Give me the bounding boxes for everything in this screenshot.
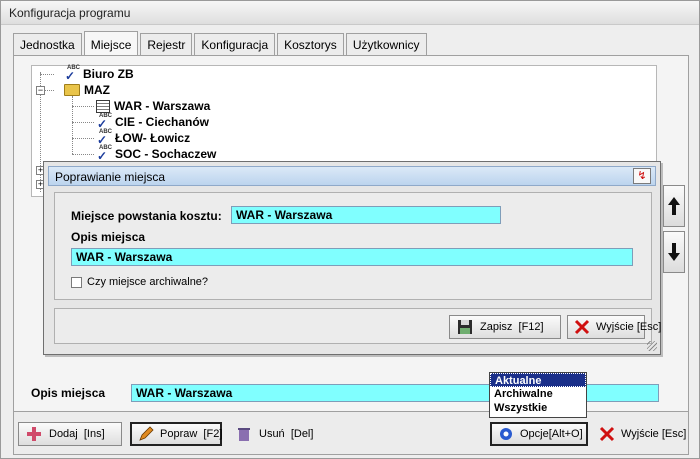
close-icon: ↯	[637, 170, 647, 182]
x-icon	[599, 425, 615, 443]
x-icon	[574, 318, 590, 336]
edit-place-dialog: Poprawianie miejsca ↯ Miejsce powstania …	[43, 161, 661, 355]
options-label: Opcje[Alt+O]	[520, 428, 583, 440]
add-key: [Ins]	[83, 428, 105, 440]
tab-kosztorys[interactable]: Kosztorys	[277, 33, 344, 55]
tree-item-label: MAZ	[84, 83, 110, 97]
edit-label: Popraw	[160, 428, 198, 440]
description-label: Opis miejsca	[71, 230, 146, 244]
plus-icon	[25, 425, 43, 443]
exit-button[interactable]: Wyjście [Esc]	[592, 422, 686, 446]
edit-key: [F2]	[203, 428, 223, 440]
collapse-icon[interactable]: −	[36, 86, 45, 95]
tree-line	[72, 122, 94, 123]
tree-line	[72, 96, 73, 154]
resize-grip[interactable]	[647, 341, 657, 351]
main-window: Konfiguracja programu Jednostka Miejsce …	[0, 0, 700, 459]
trash-icon	[235, 425, 253, 443]
tree-item[interactable]: ABC ✓ SOC - Sochaczew	[96, 145, 217, 163]
dropdown-item-archiwalne[interactable]: Archiwalne	[490, 387, 586, 401]
dialog-exit-button[interactable]: Wyjście [Esc]	[567, 315, 661, 339]
abc-check-icon: ABC ✓	[97, 113, 112, 131]
save-button[interactable]: Zapisz [F12]	[449, 315, 561, 339]
tab-strip: Jednostka Miejsce Rejestr Konfiguracja K…	[13, 31, 429, 55]
delete-label: Usuń	[259, 428, 285, 440]
archival-checkbox[interactable]	[71, 277, 82, 288]
tab-uzytkownicy[interactable]: Użytkownicy	[345, 33, 427, 55]
window-title: Konfiguracja programu	[1, 1, 699, 25]
tree-item-label: WAR - Warszawa	[114, 99, 211, 113]
tree-item[interactable]: MAZ	[64, 82, 110, 98]
dropdown-item-wszystkie[interactable]: Wszystkie	[490, 401, 586, 415]
abc-check-icon: ABC ✓	[97, 145, 112, 163]
description-field[interactable]: WAR - Warszawa	[71, 248, 633, 266]
move-down-button[interactable]	[663, 231, 685, 273]
save-key: [F12]	[518, 321, 544, 333]
tree-item-selected[interactable]: WAR - Warszawa	[96, 98, 210, 114]
tab-konfiguracja[interactable]: Konfiguracja	[194, 33, 276, 55]
bottom-toolbar: Dodaj [Ins] Popraw [F2] Usuń [Del] Opcje…	[13, 411, 689, 455]
arrow-down-icon	[668, 243, 680, 261]
exit-key: [Esc]	[636, 321, 662, 333]
tree-item[interactable]: ABC ✓ ŁOW- Łowicz	[96, 129, 191, 147]
delete-button[interactable]: Usuń [Del]	[228, 422, 324, 446]
dialog-close-button[interactable]: ↯	[633, 168, 651, 184]
open-folder-icon	[64, 84, 80, 96]
archival-label: Czy miejsce archiwalne?	[87, 276, 209, 288]
gear-icon	[498, 425, 514, 443]
cost-place-field[interactable]: WAR - Warszawa	[231, 206, 501, 224]
exit-key: [Esc]	[661, 428, 687, 440]
options-dropdown: Aktualne Archiwalne Wszystkie	[489, 372, 587, 418]
cost-place-label: Miejsce powstania kosztu:	[71, 209, 222, 223]
add-button[interactable]: Dodaj [Ins]	[18, 422, 122, 446]
add-label: Dodaj	[49, 428, 78, 440]
edit-button[interactable]: Popraw [F2]	[130, 422, 222, 446]
tree-item-label: ŁOW- Łowicz	[115, 131, 191, 145]
bottom-description-label: Opis miejsca	[31, 386, 106, 400]
tree-item-label: Biuro ZB	[83, 67, 134, 81]
dialog-title: Poprawianie miejsca	[55, 170, 166, 184]
tab-jednostka[interactable]: Jednostka	[13, 33, 82, 55]
tree-item[interactable]: ABC ✓ CIE - Ciechanów	[96, 113, 210, 131]
tree-item-label: SOC - Sochaczew	[115, 147, 217, 161]
move-up-button[interactable]	[663, 185, 685, 227]
catalog-icon	[96, 99, 110, 113]
delete-key: [Del]	[290, 428, 314, 440]
dialog-footer: Zapisz [F12] Wyjście [Esc]	[54, 308, 661, 344]
floppy-disk-icon	[456, 318, 474, 336]
exit-label: Wyjście	[596, 321, 634, 333]
exit-label: Wyjście	[621, 428, 659, 440]
abc-check-icon: ABC ✓	[97, 129, 112, 147]
tree-line	[72, 106, 94, 107]
arrow-up-icon	[668, 197, 680, 215]
tree-line	[40, 74, 54, 75]
dialog-title-bar: Poprawianie miejsca ↯	[48, 166, 656, 186]
pencil-icon	[138, 425, 154, 443]
save-label: Zapisz	[480, 321, 513, 333]
options-button[interactable]: Opcje[Alt+O]	[490, 422, 588, 446]
abc-check-icon: ABC ✓	[65, 65, 80, 83]
tree-item[interactable]: ABC ✓ Biuro ZB	[64, 65, 134, 83]
tree-line	[72, 138, 94, 139]
tree-item-label: CIE - Ciechanów	[115, 115, 210, 129]
dropdown-item-aktualne[interactable]: Aktualne	[490, 373, 586, 387]
tree-line	[72, 154, 94, 155]
tab-rejestr[interactable]: Rejestr	[140, 33, 193, 55]
dialog-body: Miejsce powstania kosztu: WAR - Warszawa…	[54, 192, 652, 300]
tab-miejsce[interactable]: Miejsce	[83, 31, 139, 55]
